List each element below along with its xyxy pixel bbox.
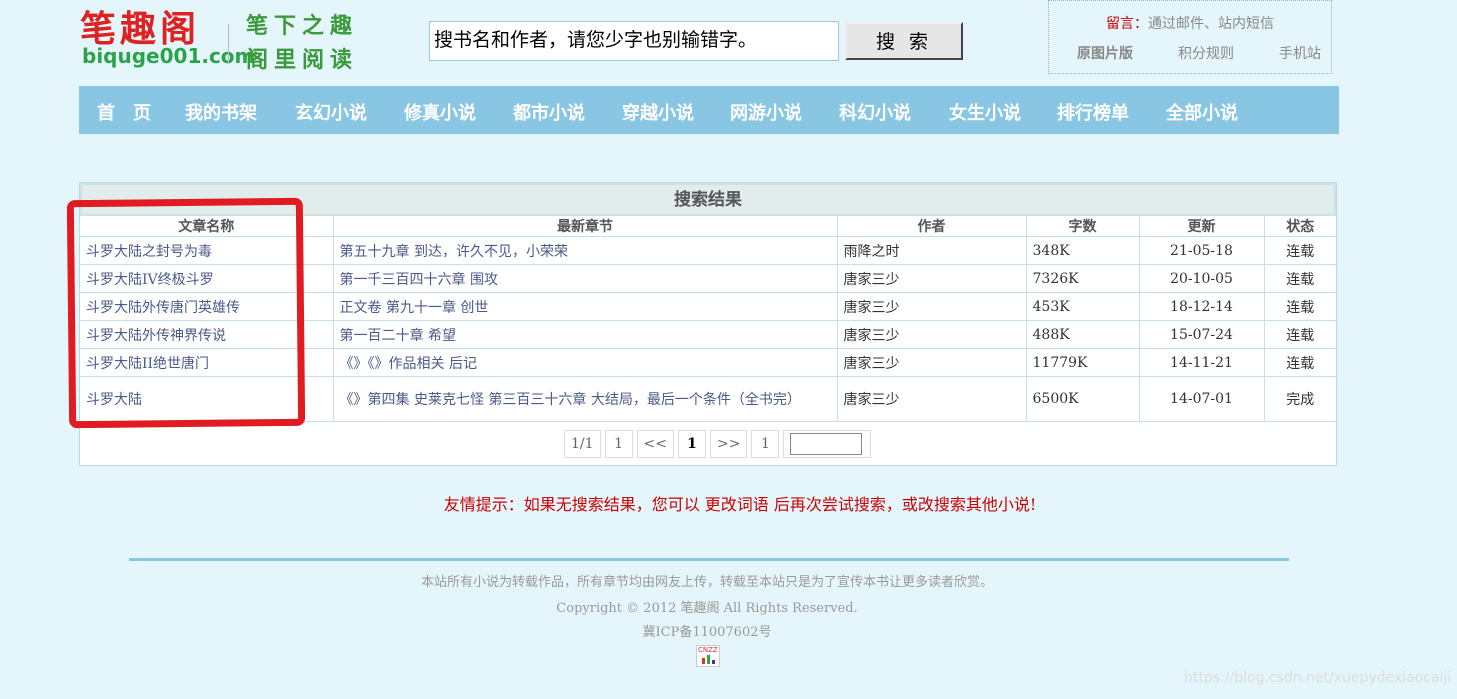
word-count-cell: 6500K (1026, 376, 1140, 422)
author-cell: 唐家三少 (837, 264, 1027, 293)
latest-chapter-link[interactable]: 正文卷 第九十一章 创世 (333, 292, 838, 321)
status-cell: 连载 (1264, 320, 1336, 349)
nav-item-kehuan[interactable]: 科幻小说 (839, 99, 911, 125)
message-text[interactable]: 通过邮件、站内短信 (1148, 16, 1274, 32)
header-updated: 更新 (1139, 216, 1265, 237)
word-count-cell: 11779K (1026, 348, 1140, 377)
page-jump-input[interactable] (790, 433, 863, 455)
footer-disclaimer: 本站所有小说为转载作品，所有章节均由网友上传，转载至本站只是为了宣传本书让更多读… (420, 575, 993, 590)
latest-chapter-link[interactable]: 《》第四集 史莱克七怪 第三百三十六章 大结局，最后一个条件（全书完） (333, 376, 838, 422)
logo-slogan-line1: 笔下之趣 (246, 13, 359, 39)
page-jump (783, 430, 872, 458)
nav-item-home[interactable]: 首 页 (97, 99, 151, 125)
page-current: 1 (678, 430, 706, 458)
bar-chart-icon-bar (702, 658, 705, 664)
search-input[interactable]: 搜书名和作者，请您少字也别输错字。 (429, 21, 839, 61)
header-status: 状态 (1264, 216, 1336, 237)
friendly-tip: 友情提示：如果无搜索结果，您可以 更改词语 后再次尝试搜索，或改搜索其他小说! (443, 495, 1037, 514)
nav-item-wangyou[interactable]: 网游小说 (730, 99, 802, 125)
latest-chapter-link[interactable]: 第五十九章 到达，许久不见，小荣荣 (333, 236, 838, 265)
updated-cell: 21-05-18 (1139, 236, 1265, 265)
red-highlight-annotation (66, 197, 306, 429)
word-count-cell: 453K (1026, 292, 1140, 321)
updated-cell: 18-12-14 (1139, 292, 1265, 321)
nav-item-all[interactable]: 全部小说 (1166, 99, 1238, 125)
pagination: 1/1 1 << 1 >> 1 (564, 430, 872, 458)
status-cell: 连载 (1264, 264, 1336, 293)
nav-item-nvsheng[interactable]: 女生小说 (949, 99, 1021, 125)
word-count-cell: 348K (1026, 236, 1140, 265)
nav-item-xuanhuan[interactable]: 玄幻小说 (295, 99, 367, 125)
author-cell: 唐家三少 (837, 376, 1027, 422)
message-line: 留言：通过邮件、站内短信 (1049, 13, 1331, 33)
search-button[interactable]: 搜 索 (845, 22, 963, 60)
header-latest-chapter: 最新章节 (333, 216, 838, 237)
header-author: 作者 (837, 216, 1027, 237)
footer-icp[interactable]: 冀ICP备11007602号 (0, 621, 1414, 640)
author-cell: 唐家三少 (837, 320, 1027, 349)
updated-cell: 14-07-01 (1139, 376, 1265, 422)
logo-slogan-line2: 阁里阅读 (246, 47, 359, 73)
updated-cell: 14-11-21 (1139, 348, 1265, 377)
top-info-box: 留言：通过邮件、站内短信 原图片版 积分规则 手机站 (1048, 0, 1332, 74)
nav-item-bookshelf[interactable]: 我的书架 (185, 99, 257, 125)
logo-domain: biquge001.com (82, 44, 256, 68)
header-word-count: 字数 (1026, 216, 1140, 237)
nav-item-xiuzhen[interactable]: 修真小说 (404, 99, 476, 125)
link-mobile-site[interactable]: 手机站 (1279, 43, 1321, 63)
bar-chart-icon-bar (712, 660, 715, 664)
status-cell: 连载 (1264, 236, 1336, 265)
page-prev[interactable]: << (636, 430, 674, 458)
nav-item-chuanyue[interactable]: 穿越小说 (622, 99, 694, 125)
updated-cell: 15-07-24 (1139, 320, 1265, 349)
word-count-cell: 488K (1026, 320, 1140, 349)
page-first[interactable]: 1 (604, 430, 633, 458)
cnzz-stats-icon[interactable]: CNZZ (696, 645, 720, 667)
author-cell: 雨降之时 (837, 236, 1027, 265)
link-image-version[interactable]: 原图片版 (1077, 43, 1133, 63)
nav-item-ranking[interactable]: 排行榜单 (1057, 99, 1129, 125)
message-label: 留言： (1106, 16, 1148, 32)
latest-chapter-link[interactable]: 《》《》作品相关 后记 (333, 348, 838, 377)
bar-chart-icon-bar (707, 655, 710, 664)
latest-chapter-link[interactable]: 第一百二十章 希望 (333, 320, 838, 349)
footer-divider (129, 558, 1289, 561)
page-last[interactable]: 1 (751, 430, 780, 458)
csdn-watermark: https://blog.csdn.net/xuepydexiaocaiji (1184, 670, 1452, 686)
main-nav: 首 页 我的书架 玄幻小说 修真小说 都市小说 穿越小说 网游小说 科幻小说 女… (79, 86, 1339, 134)
logo-divider (228, 24, 229, 64)
footer-copyright: Copyright © 2012 笔趣阁 All Rights Reserved… (556, 601, 858, 616)
cnzz-badge-text: CNZZ (698, 646, 718, 654)
link-points-rules[interactable]: 积分规则 (1178, 43, 1234, 63)
latest-chapter-link[interactable]: 第一千三百四十六章 围攻 (333, 264, 838, 293)
author-cell: 唐家三少 (837, 292, 1027, 321)
word-count-cell: 7326K (1026, 264, 1140, 293)
site-logo[interactable]: 笔趣阁 biquge001.com 笔下之趣 阁里阅读 (80, 2, 360, 74)
nav-item-dushi[interactable]: 都市小说 (513, 99, 585, 125)
status-cell: 连载 (1264, 348, 1336, 377)
page-info: 1/1 (564, 430, 601, 458)
status-cell: 完成 (1264, 376, 1336, 422)
status-cell: 连载 (1264, 292, 1336, 321)
author-cell: 唐家三少 (837, 348, 1027, 377)
updated-cell: 20-10-05 (1139, 264, 1265, 293)
top-links: 原图片版 积分规则 手机站 (1077, 43, 1321, 63)
page-next[interactable]: >> (710, 430, 748, 458)
